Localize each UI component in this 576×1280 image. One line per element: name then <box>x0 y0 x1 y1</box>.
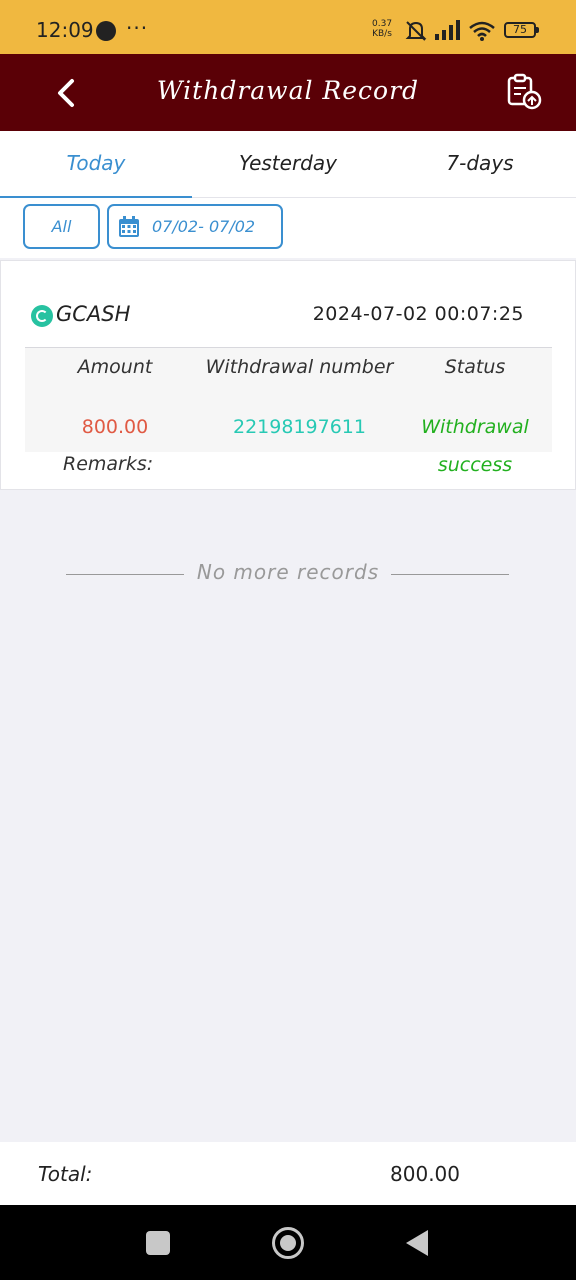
divider-right <box>391 574 509 575</box>
network-speed-unit: KB/s <box>372 29 392 39</box>
network-speed: 0.37 KB/s <box>372 19 392 39</box>
period-tabs: Today Yesterday 7-days <box>0 131 576 199</box>
battery-icon: 75 <box>504 22 539 38</box>
tab-7-days[interactable]: 7-days <box>384 131 576 198</box>
wifi-icon <box>469 21 495 41</box>
gcash-logo-icon <box>31 305 53 327</box>
remarks-label: Remarks: <box>63 453 154 475</box>
back-nav-icon[interactable] <box>406 1230 428 1256</box>
tab-yesterday-label: Yesterday <box>239 151 337 175</box>
recent-apps-icon[interactable] <box>146 1231 170 1255</box>
payment-method: GCASH <box>56 302 131 326</box>
page-title: Withdrawal Record <box>156 76 420 105</box>
home-icon[interactable] <box>272 1227 304 1259</box>
amount-value: 800.00 <box>81 416 149 438</box>
messenger-icon <box>96 21 116 41</box>
tab-yesterday[interactable]: Yesterday <box>192 131 384 198</box>
amount-header: Amount <box>77 356 153 378</box>
filter-bar: All 07/02- 07/02 <box>0 198 576 258</box>
clipboard-upload-icon[interactable] <box>504 72 544 112</box>
withdrawal-number-value: 22198197611 <box>233 416 366 438</box>
clock: 12:09 <box>36 18 94 42</box>
total-footer: Total: 800.00 <box>0 1142 576 1205</box>
system-navigation-bar <box>0 1205 576 1280</box>
network-speed-value: 0.37 <box>372 19 393 29</box>
no-more-records: No more records <box>0 558 576 588</box>
status-bar: 12:09 ··· 0.37 KB/s 75 <box>0 0 576 54</box>
status-value-line2: success <box>437 454 513 476</box>
status-header: Status <box>444 356 506 378</box>
tab-7-days-label: 7-days <box>446 151 514 175</box>
calendar-icon <box>119 216 139 237</box>
tab-today[interactable]: Today <box>0 131 192 199</box>
withdrawal-number-header: Withdrawal number <box>205 356 394 378</box>
total-label: Total: <box>38 1162 93 1186</box>
mute-bell-icon <box>405 21 427 41</box>
record-datetime: 2024-07-02 00:07:25 <box>312 303 524 325</box>
more-notifications-icon: ··· <box>126 16 149 40</box>
withdrawal-record-card[interactable]: GCASH 2024-07-02 00:07:25 Amount Withdra… <box>0 260 576 490</box>
status-value: Withdrawal <box>421 416 529 438</box>
no-more-records-text: No more records <box>196 560 380 584</box>
date-range-text: 07/02- 07/02 <box>152 217 256 236</box>
tab-today-label: Today <box>66 151 126 175</box>
app-header: Withdrawal Record <box>0 54 576 131</box>
total-value: 800.00 <box>390 1162 460 1186</box>
record-details-table: Amount Withdrawal number Status 800.00 2… <box>25 347 552 452</box>
filter-all-button[interactable]: All <box>23 204 100 249</box>
signal-icon <box>435 20 460 40</box>
date-range-button[interactable]: 07/02- 07/02 <box>107 204 283 249</box>
